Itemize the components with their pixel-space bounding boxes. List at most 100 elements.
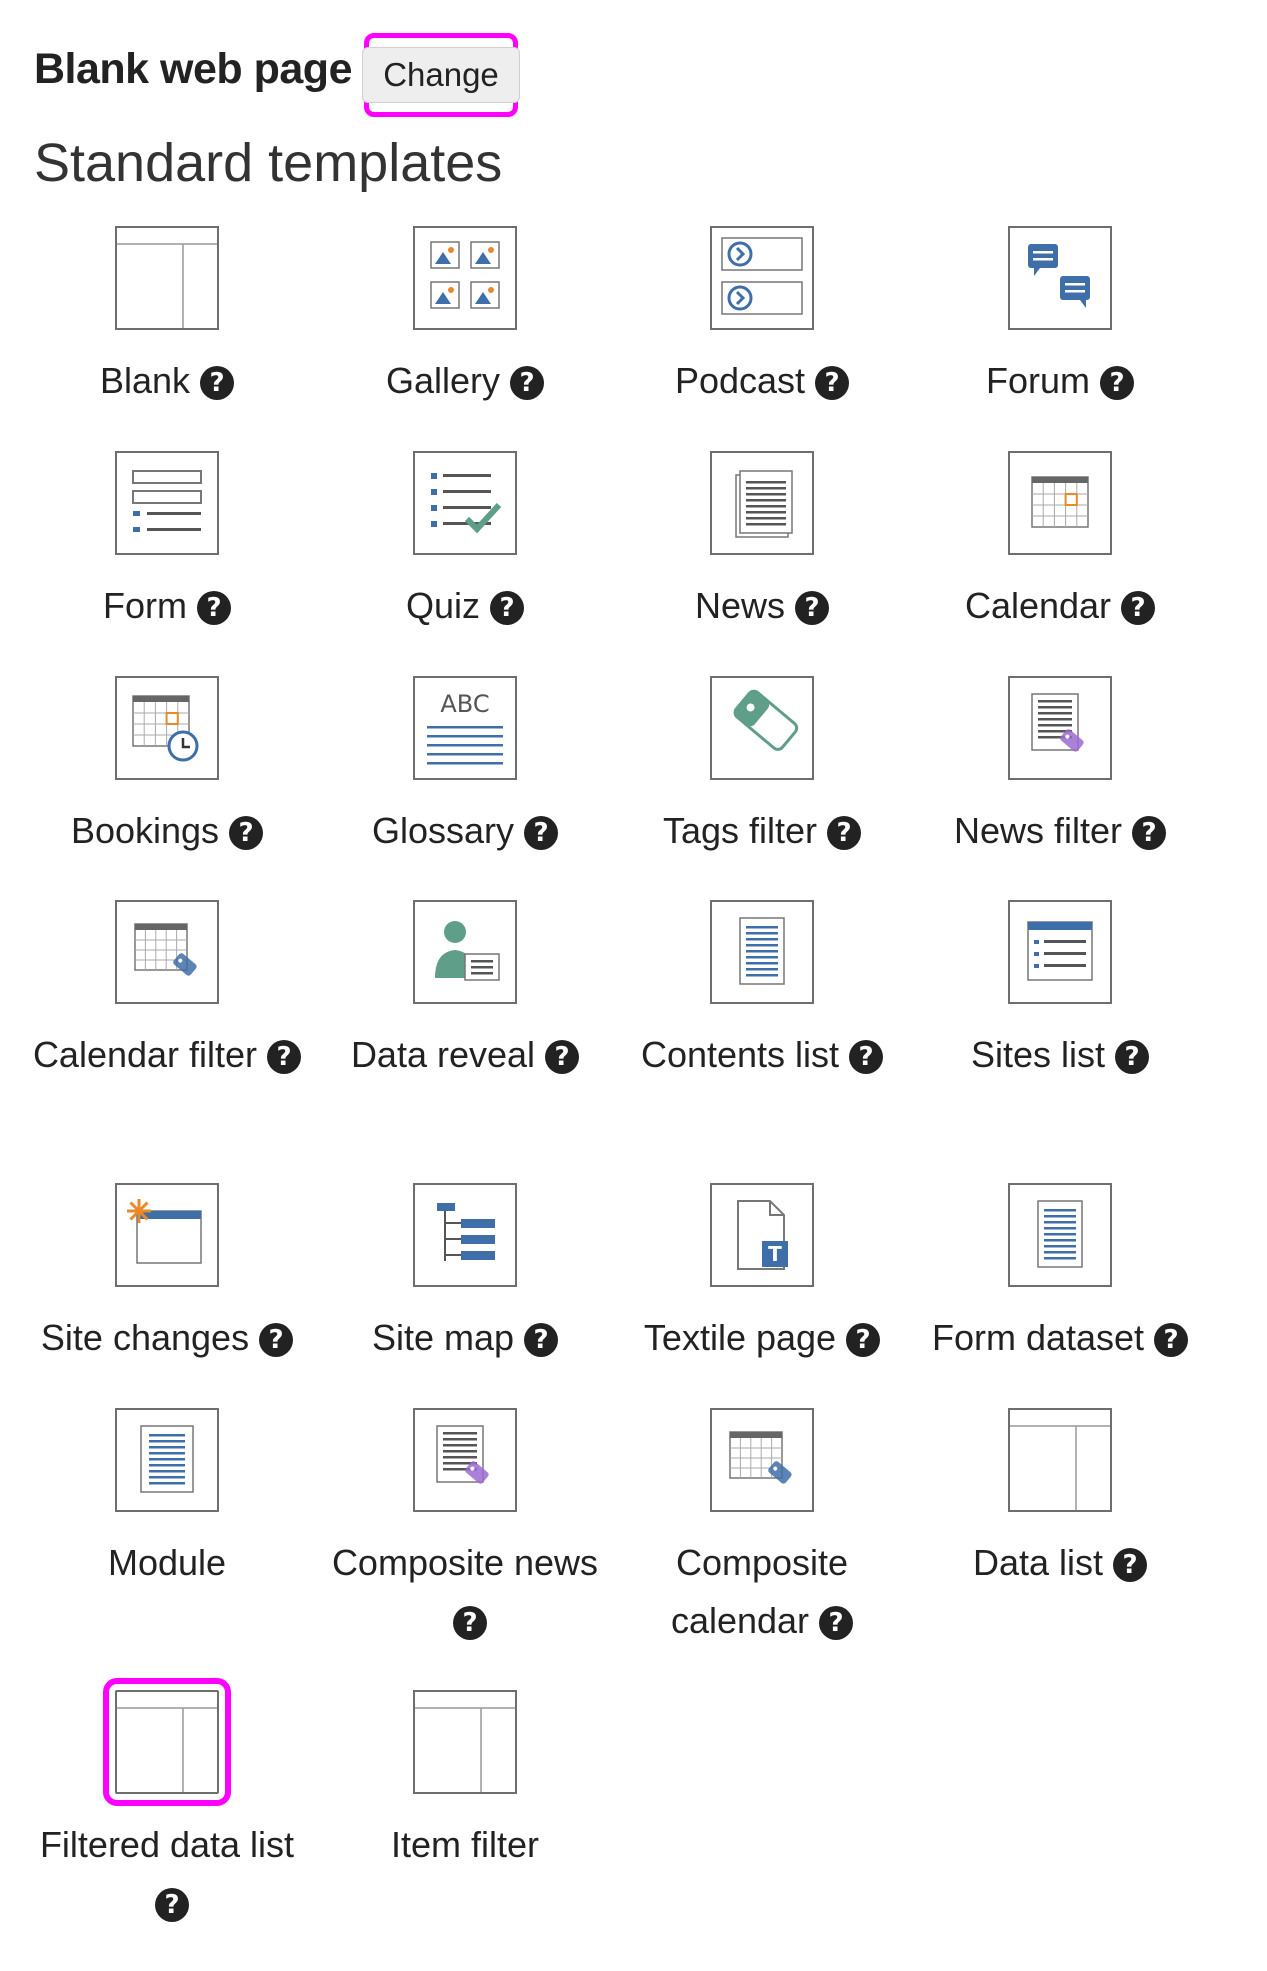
template-label[interactable]: Tags filter? (614, 802, 910, 860)
template-tags-filter[interactable]: Tags filter? (614, 676, 910, 860)
template-glossary[interactable]: ABC Glossary? (317, 676, 613, 860)
template-bookings[interactable]: Bookings? (19, 676, 315, 860)
site-map-icon[interactable] (413, 1183, 517, 1287)
help-icon[interactable]: ? (1132, 816, 1167, 850)
template-podcast[interactable]: Podcast? (614, 226, 910, 410)
template-data-reveal[interactable]: Data reveal? (317, 900, 613, 1084)
help-icon[interactable]: ? (849, 1040, 884, 1074)
help-icon[interactable]: ? (453, 1606, 487, 1640)
template-site-map[interactable]: Site map? (317, 1183, 613, 1367)
composite-news-icon[interactable] (413, 1408, 517, 1512)
help-icon[interactable]: ? (827, 816, 862, 850)
help-icon[interactable]: ? (815, 366, 850, 400)
template-label[interactable]: Contents list? (614, 1026, 910, 1084)
template-composite-calendar[interactable]: Composite calendar? (614, 1408, 910, 1650)
help-icon[interactable]: ? (1100, 366, 1134, 400)
filtered-data-list-icon[interactable] (103, 1678, 231, 1806)
quiz-icon[interactable] (413, 451, 517, 555)
change-button[interactable]: Change (362, 47, 520, 103)
help-icon[interactable]: ? (510, 366, 545, 400)
template-label[interactable]: News? (614, 577, 910, 635)
template-label[interactable]: Filtered data list? (19, 1816, 315, 1932)
template-label[interactable]: Composite news? (317, 1534, 613, 1650)
news-icon[interactable] (710, 451, 814, 555)
news-filter-icon[interactable] (1008, 676, 1112, 780)
blank-layout-icon[interactable] (115, 226, 219, 330)
textile-page-icon[interactable]: T (710, 1183, 814, 1287)
template-label[interactable]: Site map? (317, 1309, 613, 1367)
template-quiz[interactable]: Quiz? (317, 451, 613, 635)
template-label[interactable]: Composite calendar? (614, 1534, 910, 1650)
help-icon[interactable]: ? (846, 1323, 881, 1357)
template-label[interactable]: Textile page? (614, 1309, 910, 1367)
template-data-list[interactable]: Data list? (912, 1408, 1208, 1592)
template-blank[interactable]: Blank? (19, 226, 315, 410)
help-icon[interactable]: ? (819, 1606, 854, 1640)
help-icon[interactable]: ? (1154, 1323, 1189, 1357)
template-label[interactable]: Form dataset? (912, 1309, 1208, 1367)
gallery-icon[interactable] (413, 226, 517, 330)
template-calendar[interactable]: Calendar? (912, 451, 1208, 635)
template-module[interactable]: Module (19, 1408, 315, 1592)
template-composite-news[interactable]: Composite news? (317, 1408, 613, 1650)
template-item-filter[interactable]: Item filter (317, 1690, 613, 1874)
template-label[interactable]: Data reveal? (317, 1026, 613, 1084)
form-icon[interactable] (115, 451, 219, 555)
tag-icon[interactable] (710, 676, 814, 780)
template-label[interactable]: News filter? (912, 802, 1208, 860)
template-site-changes[interactable]: Site changes? (19, 1183, 315, 1367)
help-icon[interactable]: ? (200, 366, 235, 400)
form-dataset-icon[interactable] (1008, 1183, 1112, 1287)
template-label[interactable]: Glossary? (317, 802, 613, 860)
help-icon[interactable]: ? (1113, 1548, 1148, 1582)
bookings-icon[interactable] (115, 676, 219, 780)
template-label[interactable]: Quiz? (317, 577, 613, 635)
template-label[interactable]: Podcast? (614, 352, 910, 410)
site-changes-icon[interactable] (115, 1183, 219, 1287)
help-icon[interactable]: ? (524, 816, 559, 850)
composite-calendar-icon[interactable] (710, 1408, 814, 1512)
glossary-icon[interactable]: ABC (413, 676, 517, 780)
template-label[interactable]: Calendar filter? (19, 1026, 315, 1084)
help-icon[interactable]: ? (1121, 591, 1156, 625)
template-label[interactable]: Module (19, 1534, 315, 1592)
help-icon[interactable]: ? (259, 1323, 294, 1357)
help-icon[interactable]: ? (197, 591, 231, 625)
forum-icon[interactable] (1008, 226, 1112, 330)
template-form[interactable]: Form? (19, 451, 315, 635)
template-label[interactable]: Gallery? (317, 352, 613, 410)
template-gallery[interactable]: Gallery? (317, 226, 613, 410)
template-filtered-data-list[interactable]: Filtered data list? (19, 1678, 315, 1932)
template-label[interactable]: Forum? (912, 352, 1208, 410)
template-label[interactable]: Calendar? (912, 577, 1208, 635)
help-icon[interactable]: ? (524, 1323, 559, 1357)
sites-list-icon[interactable] (1008, 900, 1112, 1004)
data-reveal-icon[interactable] (413, 900, 517, 1004)
help-icon[interactable]: ? (229, 816, 264, 850)
template-textile-page[interactable]: T Textile page? (614, 1183, 910, 1367)
template-label[interactable]: Bookings? (19, 802, 315, 860)
data-list-icon[interactable] (1008, 1408, 1112, 1512)
template-label[interactable]: Sites list? (912, 1026, 1208, 1084)
template-label[interactable]: Item filter (317, 1816, 613, 1874)
contents-list-icon[interactable] (710, 900, 814, 1004)
item-filter-icon[interactable] (413, 1690, 517, 1794)
help-icon[interactable]: ? (545, 1040, 580, 1074)
template-label[interactable]: Blank? (19, 352, 315, 410)
template-calendar-filter[interactable]: Calendar filter? (19, 900, 315, 1084)
template-news[interactable]: News? (614, 451, 910, 635)
help-icon[interactable]: ? (490, 591, 525, 625)
template-contents-list[interactable]: Contents list? (614, 900, 910, 1084)
help-icon[interactable]: ? (155, 1888, 189, 1922)
template-label[interactable]: Form? (19, 577, 315, 635)
help-icon[interactable]: ? (1115, 1040, 1150, 1074)
template-forum[interactable]: Forum? (912, 226, 1208, 410)
template-label[interactable]: Data list? (912, 1534, 1208, 1592)
help-icon[interactable]: ? (267, 1040, 302, 1074)
template-form-dataset[interactable]: Form dataset? (912, 1183, 1208, 1367)
module-icon[interactable] (115, 1408, 219, 1512)
help-icon[interactable]: ? (795, 591, 830, 625)
template-news-filter[interactable]: News filter? (912, 676, 1208, 860)
podcast-icon[interactable] (710, 226, 814, 330)
template-label[interactable]: Site changes? (19, 1309, 315, 1367)
